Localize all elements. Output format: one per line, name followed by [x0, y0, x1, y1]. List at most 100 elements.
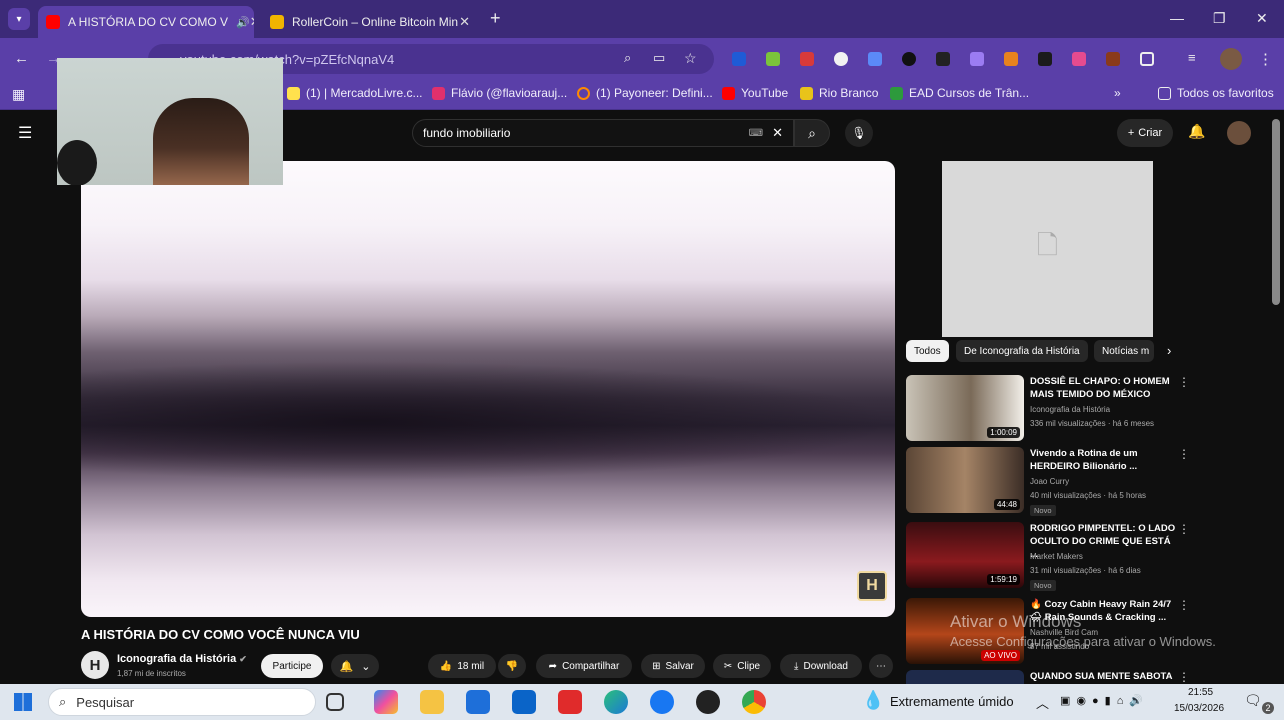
- windows-start-icon[interactable]: [14, 693, 32, 711]
- store-icon[interactable]: [466, 690, 490, 714]
- video-player[interactable]: H: [81, 161, 895, 617]
- keyboard-icon[interactable]: ⌨: [749, 128, 763, 139]
- recommendation-channel[interactable]: Market Makers: [1030, 552, 1083, 561]
- tab-rollercoin[interactable]: RollerCoin – Online Bitcoin Min ✕: [262, 6, 478, 38]
- tray-icons[interactable]: ▣◉●▮⌂🔊: [1060, 694, 1149, 707]
- like-button[interactable]: 👍 18 mil: [428, 654, 496, 678]
- new-tab-button[interactable]: +: [490, 8, 501, 29]
- outlook-icon[interactable]: [512, 690, 536, 714]
- restore-button[interactable]: ❐: [1213, 10, 1226, 27]
- clock-date[interactable]: 15/03/2026: [1174, 703, 1224, 714]
- task-view-icon[interactable]: [326, 693, 344, 711]
- download-button[interactable]: ⤓ Download: [780, 654, 862, 678]
- extension-brown-icon[interactable]: [1106, 52, 1120, 66]
- channel-watermark-icon[interactable]: H: [857, 571, 887, 601]
- more-options-icon[interactable]: ⋮: [1178, 598, 1190, 612]
- share-button[interactable]: ➦ Compartilhar: [536, 654, 632, 678]
- chevron-right-icon[interactable]: ›: [1167, 343, 1171, 358]
- chrome-icon[interactable]: [742, 690, 766, 714]
- bookmark-ead[interactable]: EAD Cursos de Trân...: [890, 86, 1029, 100]
- recommendation-item[interactable]: 44:48 Vivendo a Rotina de um HERDEIRO Bi…: [906, 447, 1190, 516]
- taskbar-search[interactable]: ⌕ Pesquisar: [48, 688, 316, 716]
- more-options-icon[interactable]: ⋮: [1178, 375, 1190, 389]
- extensions-puzzle-icon[interactable]: [1140, 52, 1154, 66]
- bookmark-star-icon[interactable]: ☆: [684, 50, 697, 67]
- extension-a-icon[interactable]: [902, 52, 916, 66]
- recommendation-title[interactable]: QUANDO SUA MENTE SABOTA: [1030, 670, 1176, 683]
- video-thumbnail[interactable]: 1:00:09: [906, 375, 1024, 441]
- facebook-icon[interactable]: [650, 690, 674, 714]
- bookmark-mercadolivre[interactable]: (1) | MercadoLivre.c...: [287, 86, 422, 100]
- all-bookmarks[interactable]: Todos os favoritos: [1158, 86, 1274, 100]
- bookmark-riobranco[interactable]: Rio Branco: [800, 86, 878, 100]
- voice-search-button[interactable]: 🎙: [845, 119, 873, 147]
- close-window-button[interactable]: ✕: [1256, 10, 1268, 27]
- dislike-button[interactable]: 👎: [498, 654, 526, 678]
- channel-avatar[interactable]: H: [81, 651, 109, 679]
- video-thumbnail[interactable]: 44:48: [906, 447, 1024, 513]
- menu-icon[interactable]: ⋮: [1258, 50, 1273, 68]
- subscription-bell-button[interactable]: 🔔 ⌄: [331, 654, 379, 678]
- obs-icon[interactable]: [696, 690, 720, 714]
- extension-face-icon[interactable]: [834, 52, 848, 66]
- chip-all[interactable]: Todos: [906, 340, 949, 362]
- bookmark-instagram[interactable]: Flávio (@flavioarauj...: [432, 86, 567, 100]
- extension-chart-icon[interactable]: [766, 52, 780, 66]
- weather-text[interactable]: Extremamente úmido: [890, 694, 1014, 709]
- clear-search-icon[interactable]: ✕: [772, 125, 783, 141]
- zoom-icon[interactable]: ⌕: [624, 50, 631, 66]
- video-thumbnail[interactable]: [906, 670, 1024, 684]
- tab-youtube[interactable]: A HISTÓRIA DO CV COMO V 🔊 ✕: [38, 6, 254, 38]
- create-button[interactable]: + Criar: [1117, 119, 1173, 147]
- extension-dark-icon[interactable]: [936, 52, 950, 66]
- close-icon[interactable]: ✕: [459, 14, 470, 30]
- extension-fox-icon[interactable]: [1004, 52, 1018, 66]
- apps-icon[interactable]: ▦: [12, 86, 25, 103]
- recommendation-title[interactable]: DOSSIÊ EL CHAPO: O HOMEM MAIS TEMIDO DO …: [1030, 375, 1176, 401]
- bookmark-youtube[interactable]: YouTube: [722, 86, 788, 100]
- notification-icon[interactable]: 🗨: [1244, 692, 1262, 709]
- recommendation-item[interactable]: 1:59:19 RODRIGO PIMPENTEL: O LADO OCULTO…: [906, 522, 1190, 591]
- extension-shield-icon[interactable]: [732, 52, 746, 66]
- cast-icon[interactable]: ▭: [653, 50, 665, 66]
- chevron-up-icon[interactable]: ︿: [1036, 693, 1049, 712]
- extension-pink-icon[interactable]: [1072, 52, 1086, 66]
- recommendation-channel[interactable]: Joao Curry: [1030, 477, 1069, 486]
- minimize-button[interactable]: —: [1170, 10, 1184, 26]
- extension-purple-icon[interactable]: [970, 52, 984, 66]
- clock-time[interactable]: 21:55: [1188, 687, 1213, 698]
- more-options-icon[interactable]: ⋮: [1178, 670, 1186, 684]
- file-explorer-icon[interactable]: [420, 690, 444, 714]
- hamburger-menu-icon[interactable]: ☰: [18, 123, 32, 143]
- more-actions-button[interactable]: ⋯: [869, 654, 893, 678]
- weather-drop-icon[interactable]: 💧: [862, 690, 884, 711]
- copilot-icon[interactable]: [374, 690, 398, 714]
- more-options-icon[interactable]: ⋮: [1178, 447, 1190, 461]
- recommendation-item[interactable]: 1:00:09 DOSSIÊ EL CHAPO: O HOMEM MAIS TE…: [906, 375, 1190, 443]
- channel-name[interactable]: Iconografia da História ✔: [117, 653, 247, 665]
- save-button[interactable]: ⊞ Salvar: [641, 654, 705, 678]
- tab-search-button[interactable]: ▾: [8, 8, 30, 30]
- bookmark-payoneer[interactable]: (1) Payoneer: Defini...: [577, 86, 713, 100]
- search-input[interactable]: fundo imobiliario ⌨ ✕: [412, 119, 794, 147]
- extension-blue-icon[interactable]: [868, 52, 882, 66]
- recommendation-item[interactable]: QUANDO SUA MENTE SABOTA ⋮: [906, 670, 1186, 684]
- join-button[interactable]: Participe: [261, 654, 323, 678]
- edge-icon[interactable]: [604, 690, 628, 714]
- profile-avatar[interactable]: [1220, 48, 1242, 70]
- chip-channel[interactable]: De Iconografia da História: [956, 340, 1088, 362]
- page-scrollbar[interactable]: [1272, 119, 1280, 305]
- recommendation-channel[interactable]: Iconografia da História: [1030, 405, 1110, 414]
- back-icon[interactable]: ←: [14, 50, 29, 67]
- wps-icon[interactable]: [558, 690, 582, 714]
- clip-button[interactable]: ✂ Clipe: [713, 654, 771, 678]
- extension-red-icon[interactable]: [800, 52, 814, 66]
- chip-news[interactable]: Notícias m: [1094, 340, 1154, 362]
- recommendation-title[interactable]: Vivendo a Rotina de um HERDEIRO Bilionár…: [1030, 447, 1176, 473]
- notifications-bell-icon[interactable]: 🔔: [1188, 123, 1205, 140]
- account-avatar[interactable]: [1227, 121, 1251, 145]
- more-options-icon[interactable]: ⋮: [1178, 522, 1190, 536]
- extension-green-icon[interactable]: [1038, 52, 1052, 66]
- reading-list-icon[interactable]: ≡: [1188, 50, 1196, 65]
- more-bookmarks-icon[interactable]: »: [1114, 86, 1121, 100]
